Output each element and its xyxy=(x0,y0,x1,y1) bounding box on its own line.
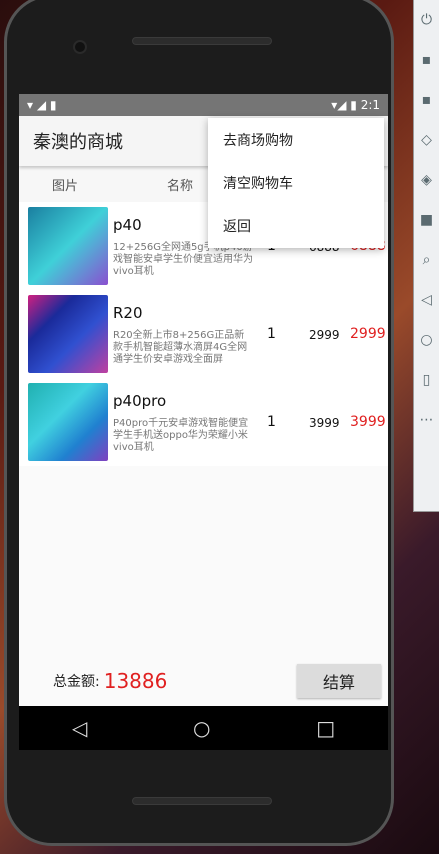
overview-tool-icon[interactable]: ▯ xyxy=(414,360,439,400)
product-image xyxy=(28,207,108,285)
volume-up-icon[interactable]: ▪ xyxy=(414,40,439,80)
total-value: 13886 xyxy=(103,669,168,693)
camera-icon[interactable]: ■ xyxy=(414,200,439,240)
top-speaker xyxy=(132,37,272,45)
app-title: 秦澳的商城 xyxy=(33,132,123,153)
front-camera xyxy=(73,40,87,54)
rotate-left-icon[interactable]: ◇ xyxy=(414,120,439,160)
navigation-bar: ◁ ○ □ xyxy=(19,706,388,750)
total-label: 总金额: xyxy=(53,674,100,690)
zoom-icon[interactable]: ⌕ xyxy=(414,240,439,280)
power-icon[interactable]: ⏻ xyxy=(414,0,439,40)
bottom-speaker xyxy=(132,797,272,805)
app-screen: ▾ ◢ ▮ ▾◢ ▮ 2:1 秦澳的商城 图片 名称 p40 12+256G全网通… xyxy=(19,94,388,750)
product-qty: 1 xyxy=(267,326,276,342)
product-name: p40pro xyxy=(113,392,167,410)
cart-footer: 总金额: 13886 结算 xyxy=(19,656,388,706)
recents-icon[interactable]: □ xyxy=(316,716,335,740)
product-price: 3999 xyxy=(309,416,340,430)
menu-item-go-shopping[interactable]: 去商场购物 xyxy=(208,118,384,161)
menu-item-clear-cart[interactable]: 清空购物车 xyxy=(208,161,384,204)
menu-item-back[interactable]: 返回 xyxy=(208,204,384,247)
column-image: 图片 xyxy=(52,178,79,194)
product-price: 2999 xyxy=(309,328,340,342)
product-total: 2999 xyxy=(350,326,386,342)
list-item[interactable]: p40pro P40pro千元安卓游戏智能便宜学生手机送oppo华为荣耀小米viv… xyxy=(19,378,388,466)
checkout-button[interactable]: 结算 xyxy=(297,664,381,698)
back-tool-icon[interactable]: ◁ xyxy=(414,280,439,320)
clock: 2:1 xyxy=(360,98,380,112)
product-total: 3999 xyxy=(350,414,386,430)
product-desc: P40pro千元安卓游戏智能便宜学生手机送oppo华为荣耀小米vivo耳机 xyxy=(113,418,249,453)
home-icon[interactable]: ○ xyxy=(193,716,210,740)
column-name: 名称 xyxy=(167,178,194,194)
product-desc: R20全新上市8+256G正品新款手机智能超薄水滴屏4G全网通学生价安卓游戏全面… xyxy=(113,330,248,365)
list-item[interactable]: R20 R20全新上市8+256G正品新款手机智能超薄水滴屏4G全网通学生价安卓游… xyxy=(19,290,388,378)
status-bar: ▾ ◢ ▮ ▾◢ ▮ 2:1 xyxy=(19,94,388,116)
product-qty: 1 xyxy=(267,414,276,430)
home-tool-icon[interactable]: ○ xyxy=(414,320,439,360)
product-image xyxy=(28,295,108,373)
more-icon[interactable]: ⋯ xyxy=(414,400,439,440)
overflow-menu: 去商场购物 清空购物车 返回 xyxy=(208,118,384,248)
emulator-toolbar: ⏻ ▪ ▪ ◇ ◈ ■ ⌕ ◁ ○ ▯ ⋯ xyxy=(413,0,439,512)
product-image xyxy=(28,383,108,461)
volume-down-icon[interactable]: ▪ xyxy=(414,80,439,120)
product-name: R20 xyxy=(113,304,143,322)
signal-icons: ▾ ◢ ▮ xyxy=(27,98,57,112)
wifi-battery-icons: ▾◢ ▮ xyxy=(331,98,361,112)
rotate-right-icon[interactable]: ◈ xyxy=(414,160,439,200)
back-icon[interactable]: ◁ xyxy=(72,716,87,740)
